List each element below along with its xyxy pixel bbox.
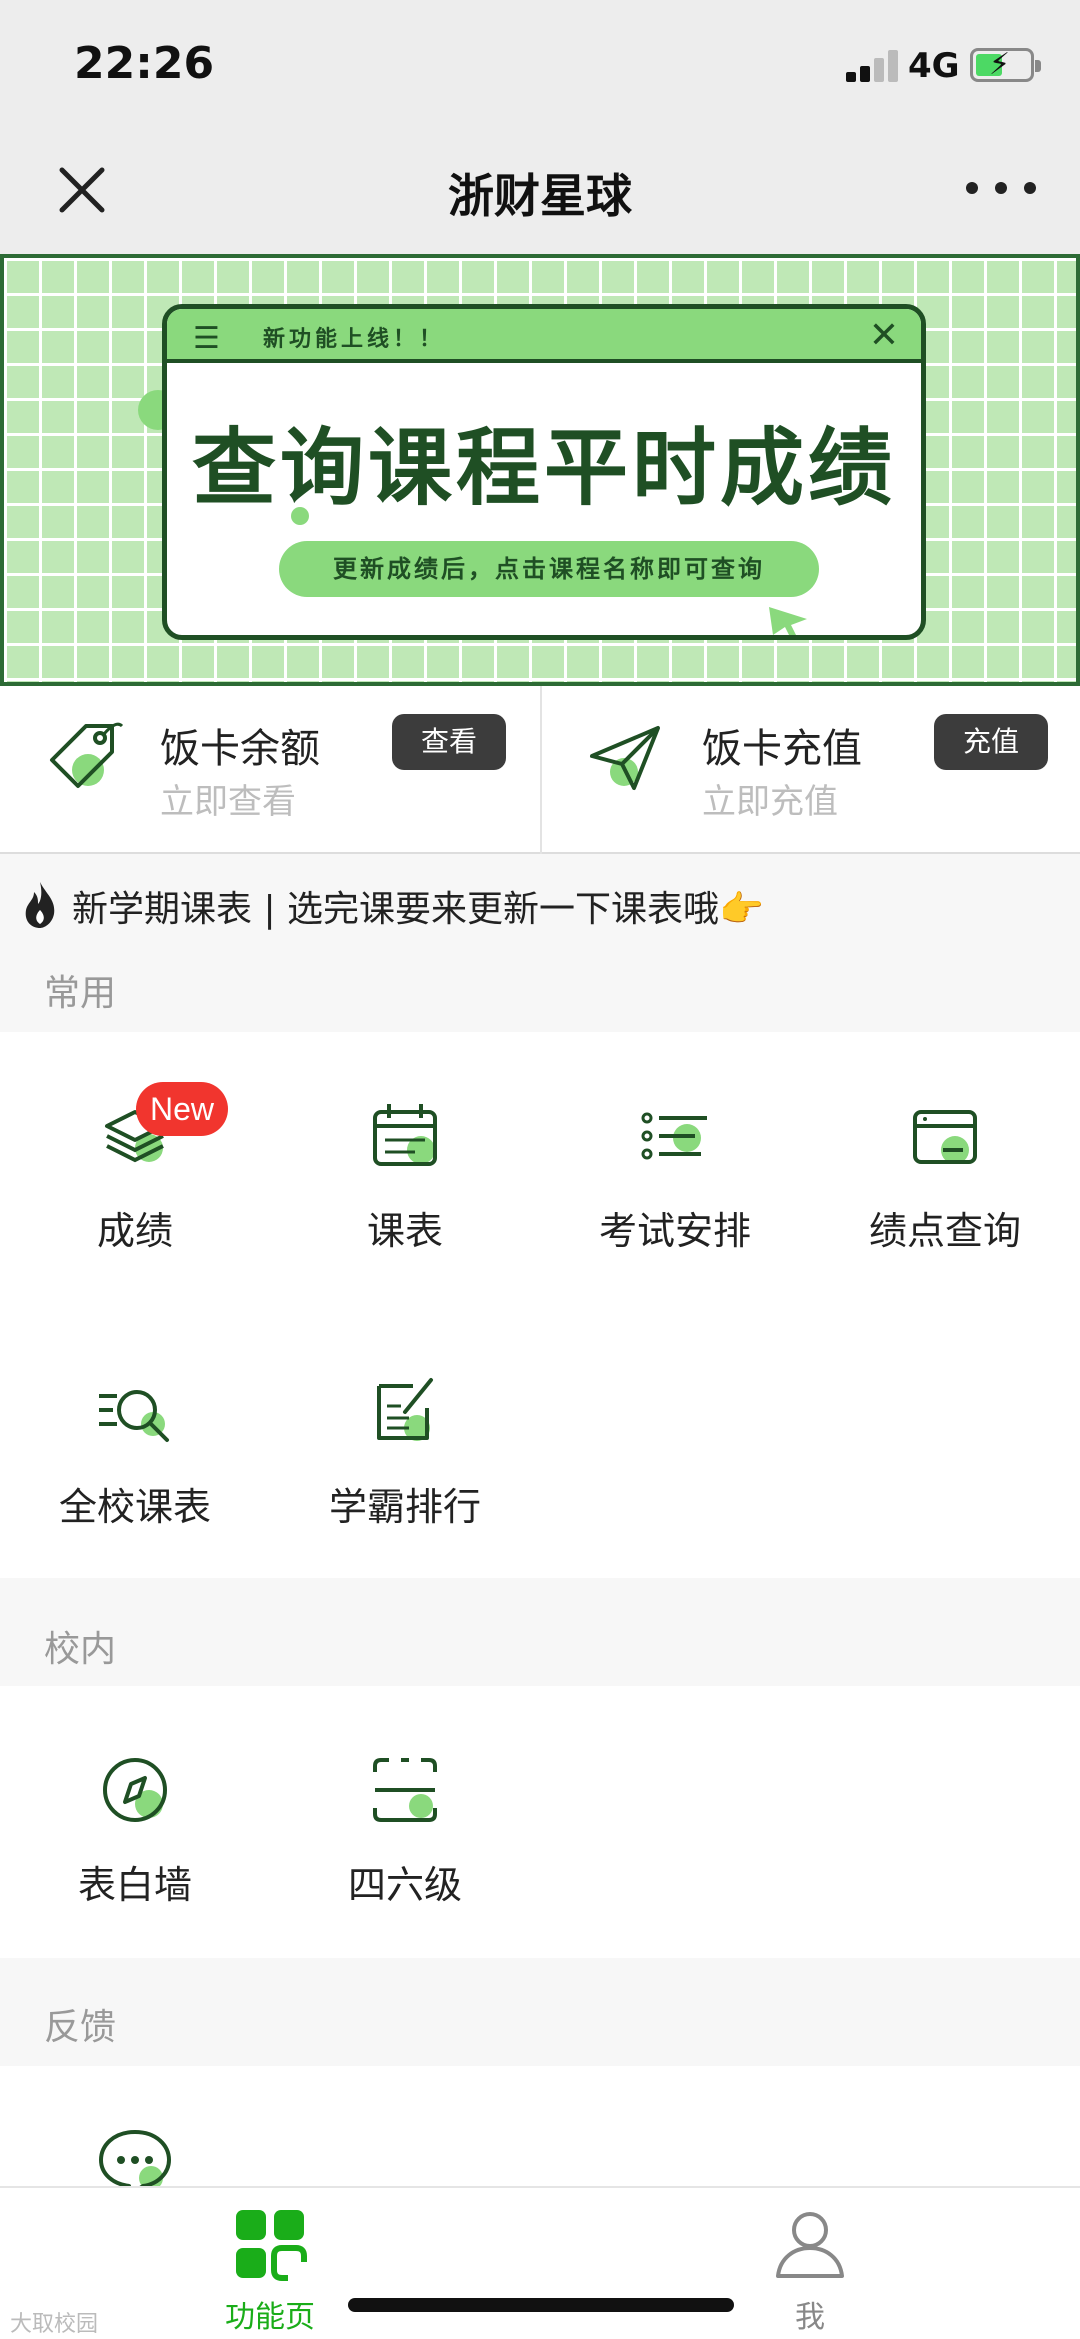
grid-item-label: 表白墙 (77, 1863, 192, 1907)
network-label: 4G (908, 46, 960, 86)
promo-banner[interactable]: ☰ 新功能上线！！ ✕ 查询课程平时成绩 更新成绩后，点击课程名称即可查询 (0, 254, 1080, 686)
section-label-feedback: 反馈 (44, 2007, 117, 2048)
tab-me[interactable]: 我 (710, 2206, 910, 2336)
tab-bar: 功能页 我 (0, 2186, 1080, 2339)
status-time: 22:26 (74, 38, 215, 89)
grid-item-label: 成绩 (96, 1209, 173, 1253)
card-icon (913, 1110, 977, 1164)
grid-item-exams[interactable]: 考试安排 (540, 1096, 810, 1276)
close-icon: ✕ (868, 315, 899, 356)
battery-icon: ⚡ (970, 48, 1041, 82)
signal-icon (846, 50, 898, 82)
banner-subtitle: 更新成绩后，点击课程名称即可查询 (279, 541, 819, 597)
compass-icon (103, 1758, 167, 1822)
page-title: 浙财星球 (448, 169, 632, 223)
navbar: 浙财星球 (0, 130, 1080, 254)
tag-icon (50, 722, 124, 788)
banner-card-header: ☰ 新功能上线！！ ✕ (167, 309, 921, 363)
tab-functions[interactable]: 功能页 (170, 2206, 370, 2336)
tab-label: 我 (795, 2300, 825, 2335)
more-icon[interactable] (966, 182, 1036, 202)
notice-text: 新学期课表 | 选完课要来更新一下课表哦👉 (72, 889, 764, 930)
list-icon (641, 1112, 707, 1160)
meal-card-row: 饭卡余额 立即查看 查看 饭卡充值 立即充值 充值 (0, 686, 1080, 854)
grid-item-label: 四六级 (347, 1863, 462, 1907)
grid-item-label: 课表 (366, 1209, 443, 1253)
section-label-common: 常用 (44, 973, 117, 1014)
home-indicator (348, 2298, 734, 2312)
grid-item-timetable[interactable]: 课表 (270, 1096, 540, 1276)
grid-item-top-students[interactable]: 学霸排行 (270, 1372, 540, 1552)
cursor-arrow-icon (769, 607, 807, 635)
watermark: 大取校园 (10, 2312, 99, 2337)
calendar-icon (373, 1104, 437, 1166)
grid-item-grades[interactable]: New 成绩 (0, 1082, 270, 1276)
fire-icon (25, 882, 55, 928)
status-bar: 22:26 4G ⚡ (0, 0, 1080, 130)
meal-card-balance[interactable]: 饭卡余额 立即查看 查看 (0, 686, 538, 854)
banner-headline: 查询课程平时成绩 (191, 419, 896, 517)
meal-card-balance-title: 饭卡余额 (160, 726, 320, 772)
meal-card-topup-subtitle: 立即充值 (702, 782, 838, 822)
meal-card-topup-title: 饭卡充值 (702, 726, 862, 772)
new-badge: New (136, 1082, 229, 1136)
grid-item-label: 考试安排 (598, 1209, 751, 1253)
grid-item-label: 学霸排行 (328, 1485, 481, 1529)
meal-card-topup[interactable]: 饭卡充值 立即充值 充值 (540, 686, 1078, 854)
grid-item-label: 全校课表 (58, 1485, 211, 1529)
meal-card-balance-subtitle: 立即查看 (160, 782, 296, 822)
grid-item-gpa[interactable]: 绩点查询 (810, 1096, 1080, 1276)
section-label-campus: 校内 (44, 1629, 117, 1670)
grid-item-confession-wall[interactable]: 表白墙 (0, 1750, 270, 1930)
tab-label: 功能页 (225, 2300, 315, 2335)
grid-item-feedback[interactable] (0, 2124, 270, 2186)
decor-dot (291, 507, 309, 525)
section-common: New 成绩 课表 考试安排 绩点查询 全校课表 学霸排行 (0, 1032, 1080, 1578)
edit-note-icon (377, 1378, 433, 1441)
user-icon (776, 2212, 844, 2278)
section-feedback (0, 2066, 1080, 2186)
grid-item-campus-timetable[interactable]: 全校课表 (0, 1372, 270, 1552)
topup-button[interactable]: 充值 (934, 714, 1048, 770)
grid-item-label: 绩点查询 (868, 1209, 1021, 1253)
notice-bar[interactable]: 新学期课表 | 选完课要来更新一下课表哦👉 (0, 866, 1080, 946)
banner-tag: 新功能上线！！ (263, 327, 446, 352)
view-balance-button[interactable]: 查看 (392, 714, 506, 770)
grid-apps-icon (236, 2210, 307, 2281)
search-list-icon (99, 1390, 169, 1442)
section-campus: 表白墙 四六级 (0, 1686, 1080, 1958)
banner-card: ☰ 新功能上线！！ ✕ 查询课程平时成绩 更新成绩后，点击课程名称即可查询 (162, 304, 926, 640)
paper-plane-icon (590, 726, 660, 790)
menu-icon: ☰ (193, 321, 220, 356)
grid-item-cet[interactable]: 四六级 (270, 1750, 540, 1930)
scan-icon (373, 1758, 437, 1822)
chat-icon (99, 2130, 171, 2186)
